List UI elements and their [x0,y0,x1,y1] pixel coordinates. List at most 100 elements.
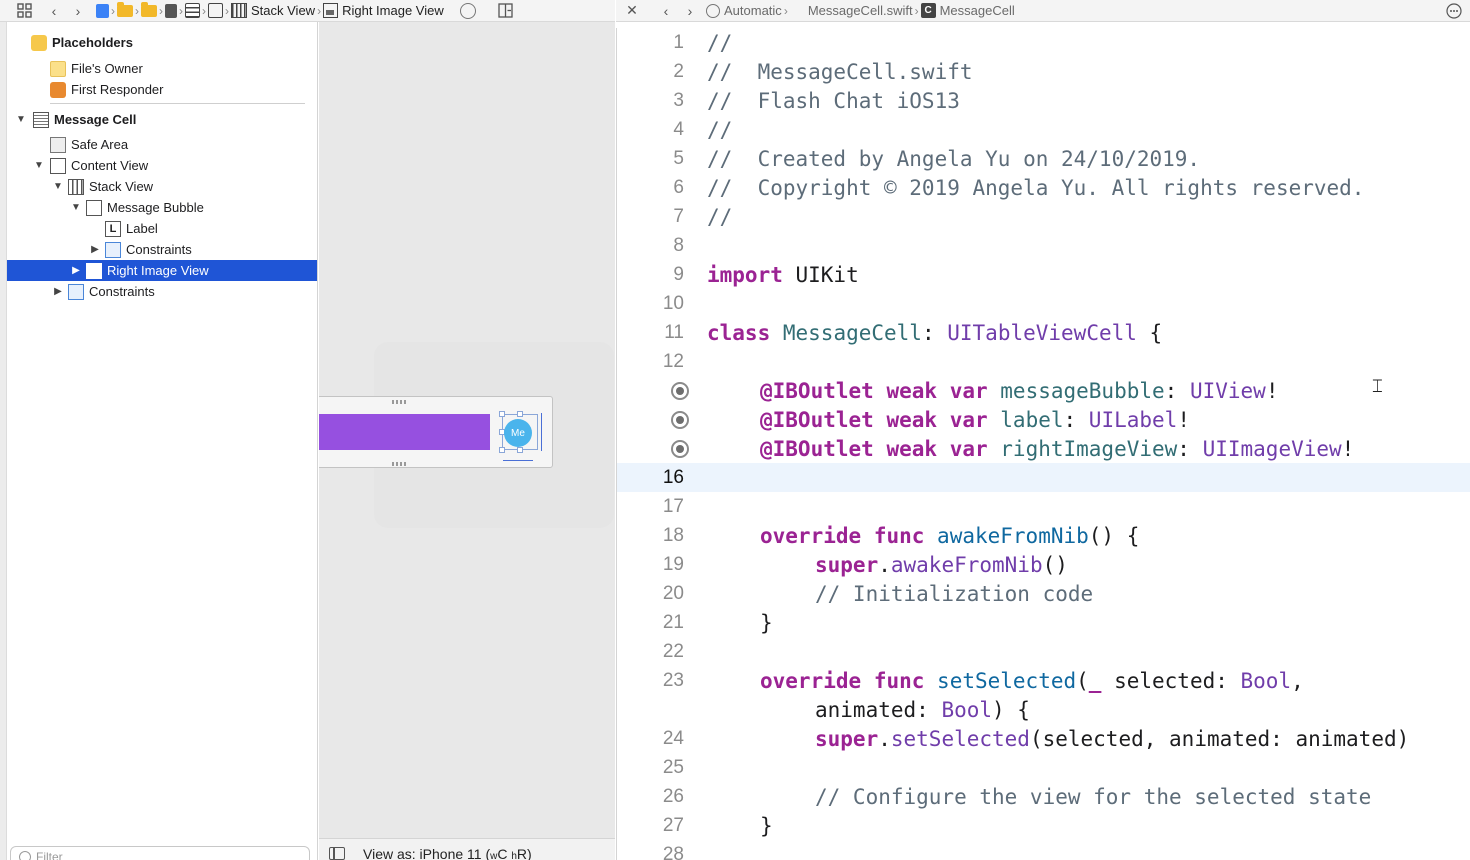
disclosure-down-icon[interactable]: ▼ [15,114,27,125]
code-line[interactable]: 20 // Initialization code [617,579,1470,608]
document-outline-toggle-icon[interactable] [329,847,345,860]
outlet-gutter[interactable] [617,439,689,458]
back-icon[interactable]: ‹ [44,1,64,21]
swift-file-icon[interactable] [96,3,109,18]
code-line[interactable]: 24 super.setSelected(selected, animated: … [617,724,1470,753]
code-line[interactable]: 21} [617,608,1470,637]
code-line[interactable]: @IBOutlet weak var messageBubble: UIView… [617,376,1470,405]
options-icon[interactable] [1444,1,1464,21]
selection-handle[interactable] [499,447,505,453]
grid-icon[interactable] [14,1,34,21]
code-line[interactable]: animated: Bool) { [617,695,1470,724]
table-cell-icon[interactable] [185,3,200,18]
back-icon[interactable]: ‹ [656,1,676,21]
outlet-connected-icon[interactable] [671,410,689,429]
outline-item-message-bubble[interactable]: ▼ Message Bubble [7,197,317,218]
storyboard-icon[interactable] [165,3,177,18]
code-line[interactable]: 2 // MessageCell.swift [617,57,1470,86]
code-editor[interactable]: 1 // 2 // MessageCell.swift 3 // Flash Chat… [616,28,1470,860]
breadcrumb-automatic[interactable]: Automatic [706,3,782,18]
outline-item-message-cell[interactable]: ▼ Message Cell [7,109,317,130]
outline-item-label[interactable]: L Label [7,218,317,239]
disclosure-down-icon[interactable]: ▼ [52,181,64,192]
outlet-gutter[interactable] [617,381,689,400]
outline-filter-field[interactable]: Filter [10,846,310,860]
outline-item-constraints[interactable]: ▶ Constraints [7,239,317,260]
code-line[interactable]: 5 // Created by Angela Yu on 24/10/2019. [617,144,1470,173]
code-line[interactable]: 10 [617,289,1470,318]
selection-handle[interactable] [499,411,505,417]
line-number: 21 [662,611,684,633]
code-line[interactable]: 22 [617,637,1470,666]
breadcrumb-file[interactable]: MessageCell.swift [808,3,913,18]
code-text: animated: Bool) { [815,697,1030,722]
view-as-button[interactable]: View as: iPhone 11 (wC hR) [363,846,532,860]
breadcrumb-class[interactable]: C MessageCell [920,3,1015,18]
close-icon[interactable]: ✕ [622,1,642,21]
code-text: class MessageCell: UITableViewCell { [707,320,1163,345]
disclosure-right-icon[interactable]: ▶ [89,244,101,255]
code-line[interactable]: 27} [617,811,1470,840]
breadcrumb-stack-view[interactable]: Stack View [231,3,315,18]
line-number: 23 [662,669,684,691]
disclosure-down-icon[interactable]: ▼ [33,160,45,171]
outline-item-right-image-view[interactable]: ▶ Right Image View [7,260,317,281]
code-line[interactable]: @IBOutlet weak var rightImageView: UIIma… [617,434,1470,463]
code-line[interactable]: 12 [617,347,1470,376]
chevron-right-icon: › [135,3,139,18]
breadcrumb-right-image-view[interactable]: Right Image View [323,3,444,18]
image-view-icon [323,3,339,18]
interface-builder-canvas[interactable]: Me View as: iPhone 11 (wC hR) [319,22,615,860]
code-line[interactable]: 9 import UIKit [617,260,1470,289]
code-line[interactable]: 28 [617,840,1470,860]
code-line[interactable]: 23 override func setSelected(_ selected: … [617,666,1470,695]
message-bubble-preview[interactable] [319,414,490,450]
forward-icon[interactable]: › [68,1,88,21]
outline-item-stack-view[interactable]: ▼ Stack View [7,176,317,197]
message-cell-preview[interactable]: Me [319,396,553,468]
disclosure-right-icon[interactable]: ▶ [52,286,64,297]
view-icon[interactable] [208,3,223,18]
add-editor-icon[interactable] [496,1,516,21]
outline-item-first-responder[interactable]: First Responder [7,79,317,100]
code-line[interactable]: 19 super.awakeFromNib() [617,550,1470,579]
selection-handle[interactable] [517,411,523,417]
line-number: 6 [673,176,684,198]
code-line[interactable]: 4 // [617,115,1470,144]
code-line[interactable]: 18 override func awakeFromNib() { [617,521,1470,550]
code-line[interactable]: 8 [617,231,1470,260]
outline-divider [50,103,305,104]
code-line[interactable]: 11 class MessageCell: UITableViewCell { [617,318,1470,347]
outline-label: File's Owner [71,61,143,76]
folder-icon[interactable] [117,1,133,17]
code-line[interactable]: 25 [617,753,1470,782]
code-line[interactable]: 3 // Flash Chat iOS13 [617,86,1470,115]
line-number: 10 [662,292,684,314]
folder-icon[interactable] [141,1,157,17]
table-cell-icon [33,111,49,128]
code-line[interactable]: 17 [617,492,1470,521]
outlet-connected-icon[interactable] [671,381,689,400]
code-text: // [707,30,733,55]
outline-item-files-owner[interactable]: File's Owner [7,58,317,79]
code-line[interactable]: 7 // [617,202,1470,231]
disclosure-right-icon[interactable]: ▶ [70,265,82,276]
code-line[interactable]: @IBOutlet weak var label: UILabel! [617,405,1470,434]
outline-item-safe-area[interactable]: Safe Area [7,134,317,155]
code-line-current[interactable]: 16 [617,463,1470,492]
outline-placeholders-header[interactable]: Placeholders [7,32,317,53]
avatar[interactable]: Me [504,419,532,447]
outline-item-content-view[interactable]: ▼ Content View [7,155,317,176]
disclosure-down-icon[interactable]: ▼ [70,202,82,213]
code-line[interactable]: 6 // Copyright © 2019 Angela Yu. All righ… [617,173,1470,202]
resize-handle-top[interactable] [392,400,406,404]
outline-item-constraints-root[interactable]: ▶ Constraints [7,281,317,302]
resize-handle-bottom[interactable] [392,462,406,466]
code-line[interactable]: 1 // [617,28,1470,57]
selection-handle[interactable] [517,447,523,453]
outlet-gutter[interactable] [617,410,689,429]
forward-icon[interactable]: › [680,1,700,21]
outlet-connected-icon[interactable] [671,439,689,458]
code-line[interactable]: 26 // Configure the view for the selected… [617,782,1470,811]
related-items-icon[interactable] [459,2,476,19]
